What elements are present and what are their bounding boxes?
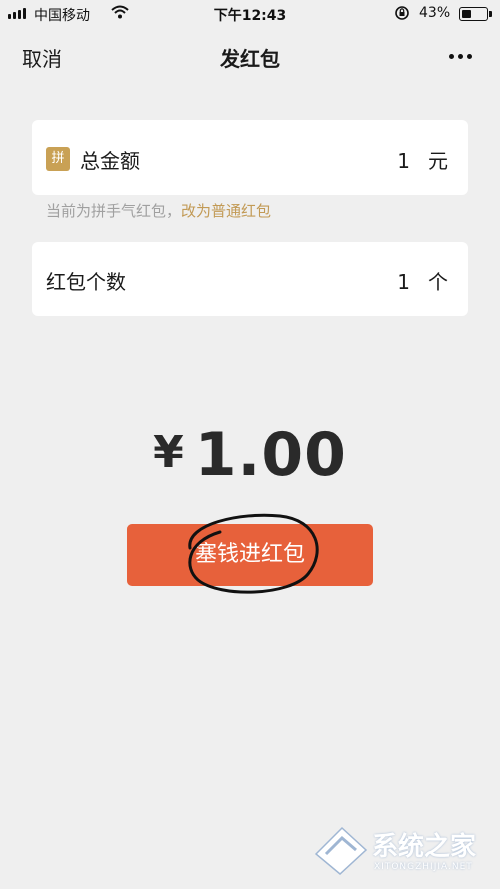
rotation-lock-icon — [395, 6, 409, 20]
status-bar: 中国移动 下午12:43 43% — [0, 0, 500, 28]
watermark-text: 系统之家 — [372, 832, 477, 862]
total-amount-unit: 元 — [428, 149, 448, 173]
red-packet-page: 中国移动 下午12:43 43% 取消 发红包 拼 总金额 1 元 当前为拼手气… — [0, 0, 500, 889]
packet-type-hint: 当前为拼手气红包，改为普通红包 — [46, 200, 271, 221]
page-title: 发红包 — [220, 47, 280, 71]
currency-symbol: ¥ — [153, 427, 185, 478]
total-amount-label: 总金额 — [80, 149, 140, 173]
packet-count-value: 1 个 — [397, 266, 448, 295]
battery-percent: 43% — [419, 5, 451, 21]
nav-bar: 取消 发红包 — [0, 28, 500, 84]
watermark-logo-icon — [314, 826, 368, 875]
packet-count-unit: 个 — [428, 270, 448, 294]
total-amount-value: 1 元 — [397, 145, 448, 174]
circle-annotation — [188, 513, 319, 594]
packet-count-field: 红包个数 1 个 — [32, 242, 468, 316]
hint-text: 当前为拼手气红包， — [46, 202, 182, 220]
total-amount: 1.00 — [194, 420, 347, 490]
battery-level — [461, 9, 472, 18]
more-dots-icon[interactable] — [449, 54, 472, 59]
total-display: ¥1.00 — [0, 420, 500, 490]
total-amount-input[interactable]: 1 — [397, 149, 410, 173]
watermark-subtext: XITONGZHIJIA.NET — [374, 862, 473, 872]
packet-count-input[interactable]: 1 — [397, 270, 410, 294]
site-watermark: 系统之家 XITONGZHIJIA.NET — [312, 816, 494, 882]
switch-to-normal-link[interactable]: 改为普通红包 — [181, 202, 271, 220]
packet-count-label: 红包个数 — [46, 270, 126, 294]
pin-badge-icon: 拼 — [46, 147, 70, 171]
battery-icon — [459, 7, 492, 21]
total-amount-field: 拼 总金额 1 元 — [32, 120, 468, 195]
